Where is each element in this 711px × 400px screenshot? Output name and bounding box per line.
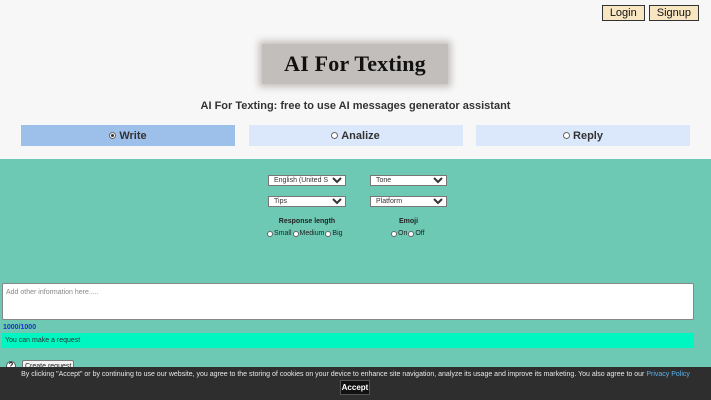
tone-select[interactable]: Tone (370, 175, 447, 186)
cookie-banner: By clicking "Accept" or by continuing to… (0, 367, 711, 400)
radio-icon (563, 132, 571, 139)
tab-label: Reply (573, 129, 603, 142)
radio-icon (267, 230, 273, 237)
mode-tabs: Write Analize Reply (21, 125, 690, 146)
tab-label: Analize (341, 129, 380, 142)
tips-select[interactable]: Tips (268, 196, 346, 207)
response-length-label: Response length (278, 218, 336, 225)
additional-info-textarea[interactable]: Add other information here..... (2, 283, 694, 320)
tab-label: Write (119, 129, 147, 142)
status-bar: You can make a request (2, 333, 694, 348)
logo-text: AI For Texting (284, 51, 426, 76)
language-select[interactable]: English (United States) (268, 175, 346, 186)
length-big-radio[interactable]: Big (325, 230, 343, 237)
emoji-label: Emoji (398, 218, 419, 225)
radio-icon (391, 230, 397, 237)
tab-reply[interactable]: Reply (476, 125, 690, 146)
character-counter: 1000/1000 (3, 324, 37, 331)
platform-select[interactable]: Platform (370, 196, 447, 207)
radio-icon (325, 230, 332, 237)
emoji-off-radio[interactable]: Off (408, 230, 425, 237)
radio-icon (331, 132, 339, 139)
auth-buttons: Login Signup (601, 5, 699, 21)
emoji-on-radio[interactable]: On (391, 230, 407, 237)
logo: AI For Texting (262, 44, 448, 84)
accept-cookies-button[interactable]: Accept (340, 380, 370, 395)
radio-icon (408, 230, 415, 237)
response-length-options: Small Medium Big (267, 230, 344, 237)
length-small-radio[interactable]: Small (267, 230, 292, 237)
tab-write[interactable]: Write (21, 125, 235, 146)
signup-button[interactable]: Signup (648, 5, 699, 21)
page-subtitle: AI For Texting: free to use AI messages … (200, 100, 511, 112)
login-button[interactable]: Login (601, 5, 645, 21)
radio-icon (109, 132, 117, 139)
cookie-text: By clicking "Accept" or by continuing to… (21, 371, 690, 378)
privacy-policy-link[interactable]: Privacy Policy (646, 371, 690, 378)
radio-icon (292, 230, 299, 237)
emoji-options: On Off (391, 230, 426, 237)
length-medium-radio[interactable]: Medium (292, 230, 324, 237)
request-panel: English (United States) Tone Tips Platfo… (0, 159, 711, 400)
tab-analize[interactable]: Analize (248, 125, 463, 146)
